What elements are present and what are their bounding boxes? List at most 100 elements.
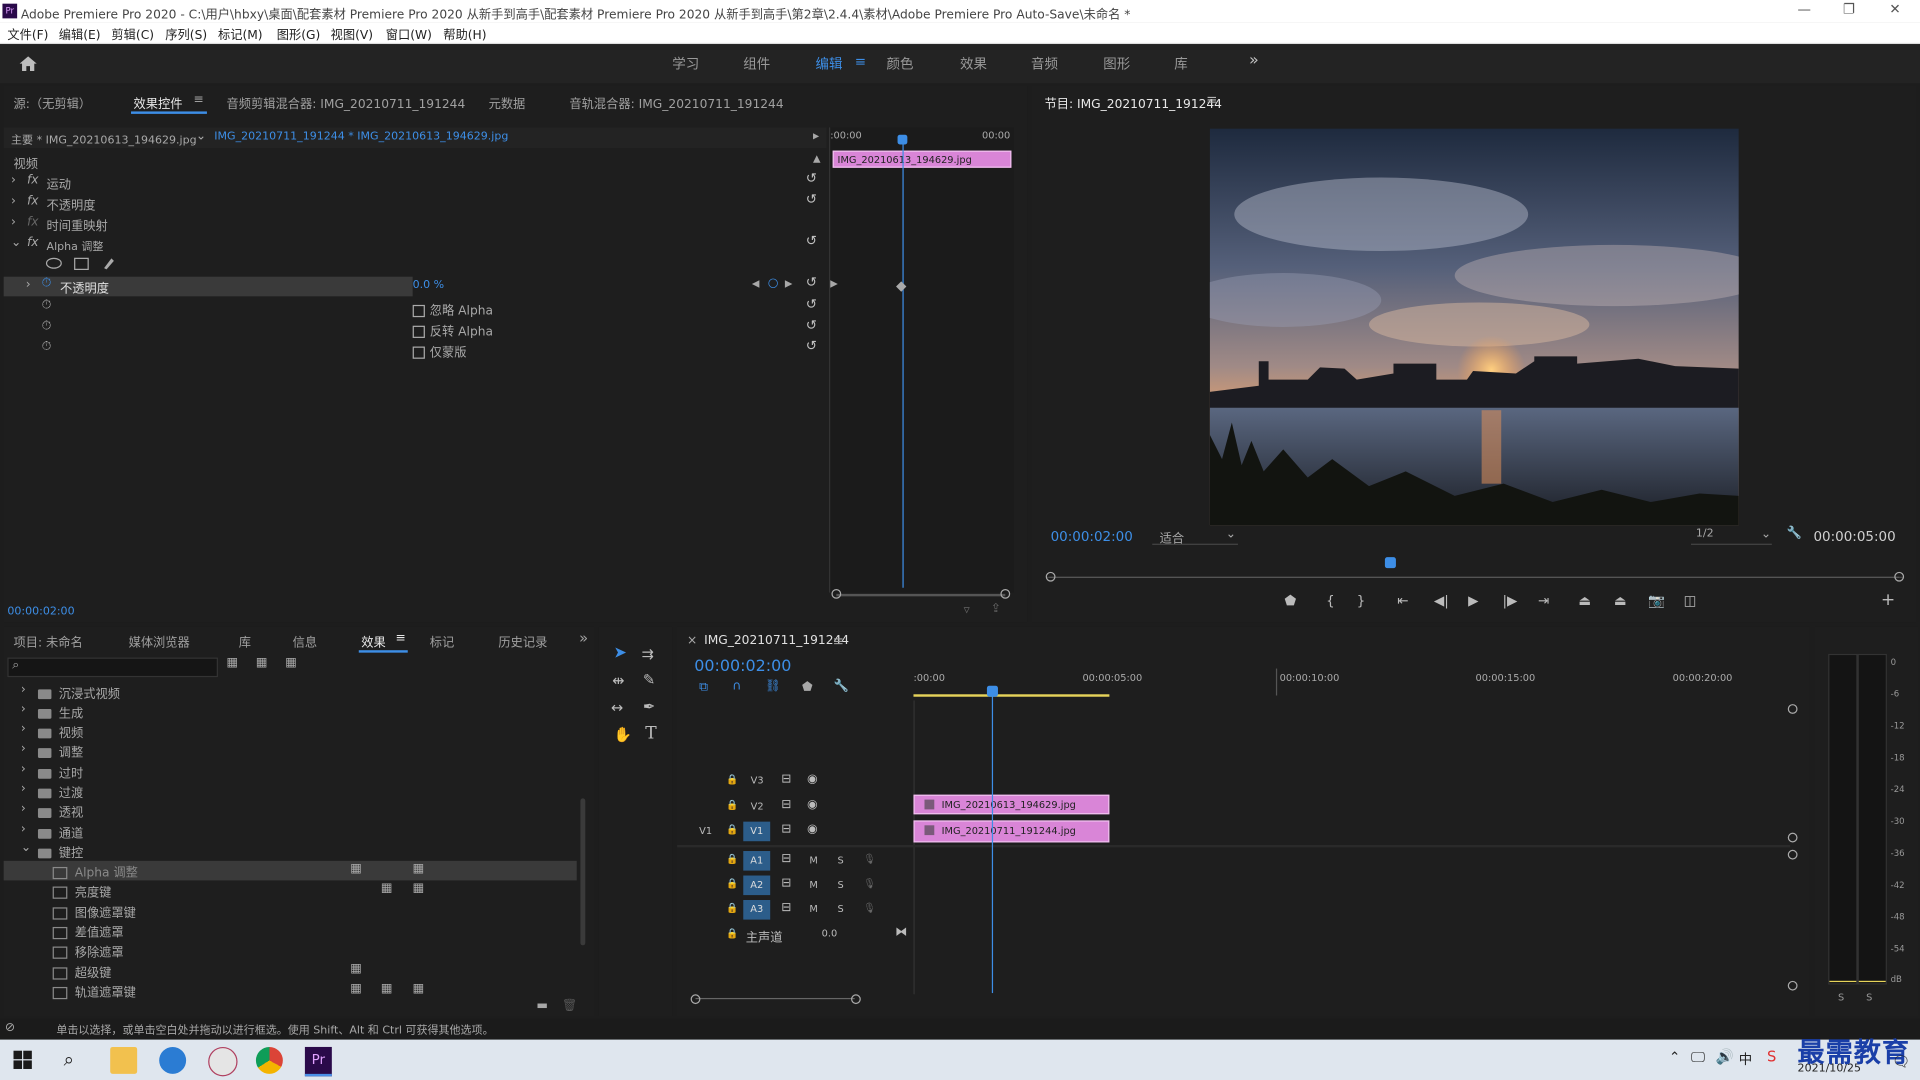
ime-icon[interactable]: 中	[1739, 1049, 1752, 1069]
tree-folder[interactable]: › 透视	[4, 801, 580, 820]
reset-icon[interactable]: ↺	[806, 274, 817, 290]
effects-search-input[interactable]: ⌕	[7, 657, 218, 678]
eye-icon[interactable]: ◉	[807, 823, 818, 836]
sync-lock-icon[interactable]: ⊟	[781, 852, 791, 865]
collapse-timeline-icon[interactable]: ▸	[813, 130, 819, 143]
expand-icon[interactable]: ›	[11, 195, 16, 208]
tree-folder[interactable]: › 调整	[4, 741, 580, 760]
scroll-handle-mid[interactable]	[1787, 832, 1798, 843]
tree-folder[interactable]: › 过时	[4, 762, 580, 781]
sync-lock-icon[interactable]: ⊟	[781, 773, 791, 786]
resolution-dropdown[interactable]: 1/2 ⌄	[1691, 528, 1772, 545]
invert-alpha-checkbox[interactable]: 反转 Alpha	[412, 321, 493, 339]
mark-out-icon[interactable]: }	[1357, 593, 1366, 609]
notification-icon[interactable]: 🗨	[1892, 1053, 1911, 1070]
tray-expand-icon[interactable]: ⌃	[1669, 1049, 1680, 1065]
menu-sequence[interactable]: 序列(S)	[165, 24, 207, 42]
snipping-tool-icon[interactable]	[208, 1046, 238, 1077]
expand-icon[interactable]: ›	[21, 703, 26, 716]
scroll-handle-top[interactable]	[1787, 704, 1798, 714]
stopwatch-icon[interactable]: ⏱	[42, 320, 52, 333]
reset-icon[interactable]: ↺	[806, 233, 817, 249]
menu-graphics[interactable]: 图形(G)	[277, 24, 321, 42]
track-target-a3[interactable]: A3	[743, 900, 771, 920]
menu-file[interactable]: 文件(F)	[7, 24, 48, 42]
workspace-graphics[interactable]: 图形	[1103, 54, 1130, 74]
type-tool-icon[interactable]: T	[645, 724, 656, 744]
sequence-menu-icon[interactable]: ≡	[833, 633, 844, 649]
scroll-handle-bottom[interactable]	[1787, 980, 1798, 991]
program-scroll-bar[interactable]	[1049, 576, 1900, 578]
effect-mini-timeline[interactable]: :00:00 00:00 IMG_20210613_194629.jpg ▶	[828, 127, 1014, 593]
prev-keyframe-icon[interactable]: ◀	[752, 278, 760, 289]
mute-button[interactable]: M	[809, 904, 817, 915]
tab-libraries[interactable]: 库	[239, 632, 251, 650]
lock-icon[interactable]: 🔒	[726, 928, 738, 939]
mic-icon[interactable]: 🎙	[863, 878, 875, 889]
add-marker-icon[interactable]: ⬟	[802, 681, 813, 694]
track-target-v1[interactable]: V1	[743, 821, 771, 842]
file-explorer-icon[interactable]	[110, 1046, 138, 1074]
timeline-ruler[interactable]: :00:00 00:00:05:00 00:00:10:00 00:00:15:…	[913, 668, 1790, 698]
tab-effects[interactable]: 效果	[361, 632, 385, 650]
tree-folder[interactable]: › 沉浸式视频	[4, 682, 580, 701]
premiere-icon[interactable]: Pr	[304, 1046, 332, 1077]
expand-icon[interactable]: ›	[11, 174, 16, 187]
reset-icon[interactable]: ↺	[806, 170, 817, 186]
wrench-icon[interactable]: 🔧	[1787, 527, 1802, 540]
opacity-param-value[interactable]: 0.0 %	[413, 279, 445, 291]
sync-lock-icon[interactable]: ⊟	[781, 798, 791, 811]
expand-icon[interactable]: ›	[21, 823, 26, 836]
go-to-end-icon[interactable]: ⧓	[895, 926, 907, 939]
sequence-clip-label[interactable]: IMG_20210711_191244 * IMG_20210613_19462…	[214, 131, 508, 143]
solo-right-button[interactable]: S	[1866, 992, 1872, 1003]
track-label[interactable]: V2	[751, 801, 764, 812]
hscroll-handle-right[interactable]	[851, 994, 861, 1005]
effects-scrollbar[interactable]	[580, 798, 586, 946]
menu-clip[interactable]: 剪辑(C)	[111, 24, 154, 42]
expand-icon[interactable]: ›	[21, 763, 26, 776]
clip-v2[interactable]: IMG_20210613_194629.jpg	[913, 794, 1110, 815]
timeline-timecode[interactable]: 00:00:02:00	[694, 658, 791, 676]
track-target-a1[interactable]: A1	[743, 851, 771, 871]
lock-icon[interactable]: 🔒	[726, 902, 738, 913]
effects-menu-icon[interactable]: ≡	[396, 632, 406, 645]
expand-icon[interactable]: ›	[26, 278, 31, 291]
collapse-icon[interactable]: ⌄	[11, 236, 21, 249]
scroll-up-icon[interactable]: ▲	[813, 153, 821, 164]
sequence-dropdown-icon[interactable]: ⌄	[196, 130, 206, 143]
program-menu-icon[interactable]: ≡	[1206, 92, 1217, 108]
stopwatch-icon[interactable]: ⏱	[42, 299, 52, 312]
32bit-effects-icon[interactable]: ▦	[256, 656, 268, 669]
chrome-icon[interactable]	[255, 1046, 283, 1074]
play-icon[interactable]: ▶	[1468, 593, 1478, 609]
add-marker-icon[interactable]: ⬟	[1284, 593, 1296, 609]
hscroll-handle-left[interactable]	[690, 994, 701, 1005]
effect-item[interactable]: 轨道遮罩键 ▦ ▦ ▦	[4, 981, 580, 1000]
tree-folder[interactable]: › 通道	[4, 822, 580, 841]
lock-icon[interactable]: 🔒	[726, 774, 738, 785]
effect-controls-menu-icon[interactable]: ≡	[193, 93, 203, 106]
program-timecode[interactable]: 00:00:02:00	[1051, 529, 1133, 545]
solo-left-button[interactable]: S	[1838, 992, 1844, 1003]
menu-window[interactable]: 窗口(W)	[386, 24, 432, 42]
effect-item[interactable]: 超级键 ▦	[4, 961, 580, 981]
tab-audio-clip-mixer[interactable]: 音频剪辑混合器: IMG_20210711_191244	[227, 93, 466, 111]
snap-icon[interactable]: ∩	[732, 680, 741, 693]
lift-icon[interactable]: ⏏	[1578, 593, 1591, 609]
ignore-alpha-checkbox[interactable]: 忽略 Alpha	[412, 300, 493, 318]
ripple-edit-tool-icon[interactable]: ⇹	[612, 672, 624, 689]
menu-help[interactable]: 帮助(H)	[443, 24, 486, 42]
export-icon[interactable]: ⇪	[991, 602, 1001, 615]
program-playhead-handle[interactable]	[1384, 557, 1396, 569]
windows-start-icon[interactable]	[13, 1050, 40, 1078]
sequence-tab[interactable]: IMG_20210711_191244	[704, 634, 849, 647]
sync-lock-icon[interactable]: ⊟	[781, 877, 791, 890]
effect-controls-timecode[interactable]: 00:00:02:00	[7, 606, 74, 618]
program-video-frame[interactable]	[1209, 128, 1739, 526]
new-bin-icon[interactable]: ▬	[536, 999, 548, 1012]
menu-edit[interactable]: 编辑(E)	[59, 24, 101, 42]
track-target-a2[interactable]: A2	[743, 875, 771, 896]
yuv-effects-icon[interactable]: ▦	[285, 656, 297, 669]
workspace-libraries[interactable]: 库	[1174, 54, 1187, 74]
